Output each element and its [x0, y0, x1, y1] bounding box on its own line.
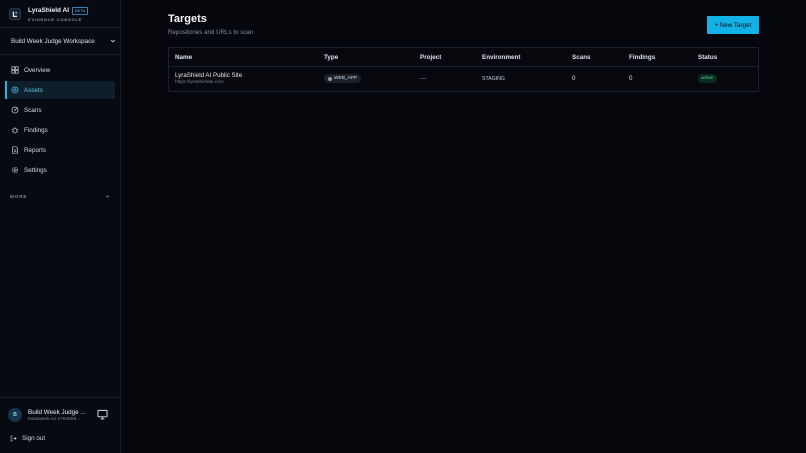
monitor-icon[interactable]: [97, 409, 108, 420]
beta-badge: BETA: [72, 6, 89, 15]
divider: [0, 54, 121, 55]
user-profile[interactable]: B Build Week Judge ... buildweek-v2-1764…: [8, 406, 113, 424]
more-label: MORE: [10, 193, 28, 199]
avatar: B: [8, 408, 22, 422]
page-subtitle: Repositories and URLs to scan: [168, 29, 254, 36]
status-badge: active: [698, 74, 717, 83]
chevron-down-icon: [110, 39, 116, 43]
sidebar-item-assets[interactable]: Assets: [5, 81, 115, 99]
divider: [0, 397, 121, 398]
target-name[interactable]: LyraShield AI Public Site: [175, 72, 242, 79]
type-label: WEB_APP: [334, 76, 358, 81]
brand: LyraShield AI BETA EVIDENCE CONSOLE: [9, 6, 89, 22]
column-header-status[interactable]: Status: [698, 54, 717, 61]
target-icon: [11, 86, 19, 94]
sidebar-item-scans[interactable]: Scans: [5, 101, 115, 119]
targets-table: Name Type Project Environment Scans Find…: [168, 47, 759, 92]
scans-count: 0: [572, 75, 576, 82]
workspace-name: Build Week Judge Workspace: [11, 37, 95, 45]
column-header-findings[interactable]: Findings: [629, 54, 655, 61]
sidebar-item-label: Scans: [24, 106, 42, 114]
sidebar: LyraShield AI BETA EVIDENCE CONSOLE Buil…: [0, 0, 121, 453]
workspace-switcher[interactable]: Build Week Judge Workspace: [11, 36, 116, 46]
sidebar-item-label: Settings: [24, 166, 47, 174]
sidebar-item-label: Findings: [24, 126, 48, 134]
globe-icon: [328, 76, 332, 81]
document-icon: [11, 146, 19, 154]
bug-icon: [11, 126, 19, 134]
gear-icon: [11, 166, 19, 174]
page-title: Targets: [168, 13, 207, 25]
sign-out-icon: [10, 435, 17, 441]
new-target-label: New Target: [719, 21, 752, 29]
sidebar-item-label: Overview: [24, 66, 51, 74]
sidebar-item-reports[interactable]: Reports: [5, 141, 115, 159]
divider: [0, 27, 121, 28]
radar-icon: [11, 106, 19, 114]
plus-icon: +: [714, 21, 719, 29]
column-header-scans[interactable]: Scans: [572, 54, 591, 61]
column-header-environment[interactable]: Environment: [482, 54, 521, 61]
more-section-toggle[interactable]: MORE: [10, 192, 110, 200]
type-badge: WEB_APP: [324, 74, 362, 83]
sign-out-button[interactable]: Sign out: [10, 433, 45, 443]
sign-out-label: Sign out: [22, 434, 46, 442]
brand-subtitle: EVIDENCE CONSOLE: [28, 16, 83, 22]
user-email: buildweek-v2-1764569...: [28, 416, 81, 422]
findings-count: 0: [629, 75, 633, 82]
target-url: https://lyrashieldai.com: [175, 80, 224, 85]
column-header-project[interactable]: Project: [420, 54, 441, 61]
project-value: —: [420, 75, 427, 82]
sidebar-item-label: Reports: [24, 146, 47, 154]
grid-icon: [11, 66, 19, 74]
sidebar-item-overview[interactable]: Overview: [5, 61, 115, 79]
user-name: Build Week Judge ...: [28, 408, 86, 416]
table-header: Name Type Project Environment Scans Find…: [169, 48, 758, 67]
brand-name: LyraShield AI: [28, 7, 70, 14]
column-header-name[interactable]: Name: [175, 54, 192, 61]
sidebar-item-label: Assets: [24, 86, 43, 94]
chevron-down-icon: [105, 194, 110, 198]
environment-value: STAGING: [482, 76, 505, 82]
table-row[interactable]: LyraShield AI Public Site https://lyrash…: [169, 67, 758, 92]
sidebar-item-findings[interactable]: Findings: [5, 121, 115, 139]
new-target-button[interactable]: + New Target: [707, 16, 759, 34]
sidebar-item-settings[interactable]: Settings: [5, 161, 115, 179]
brand-logo-icon: [9, 8, 21, 20]
column-header-type[interactable]: Type: [324, 54, 338, 61]
